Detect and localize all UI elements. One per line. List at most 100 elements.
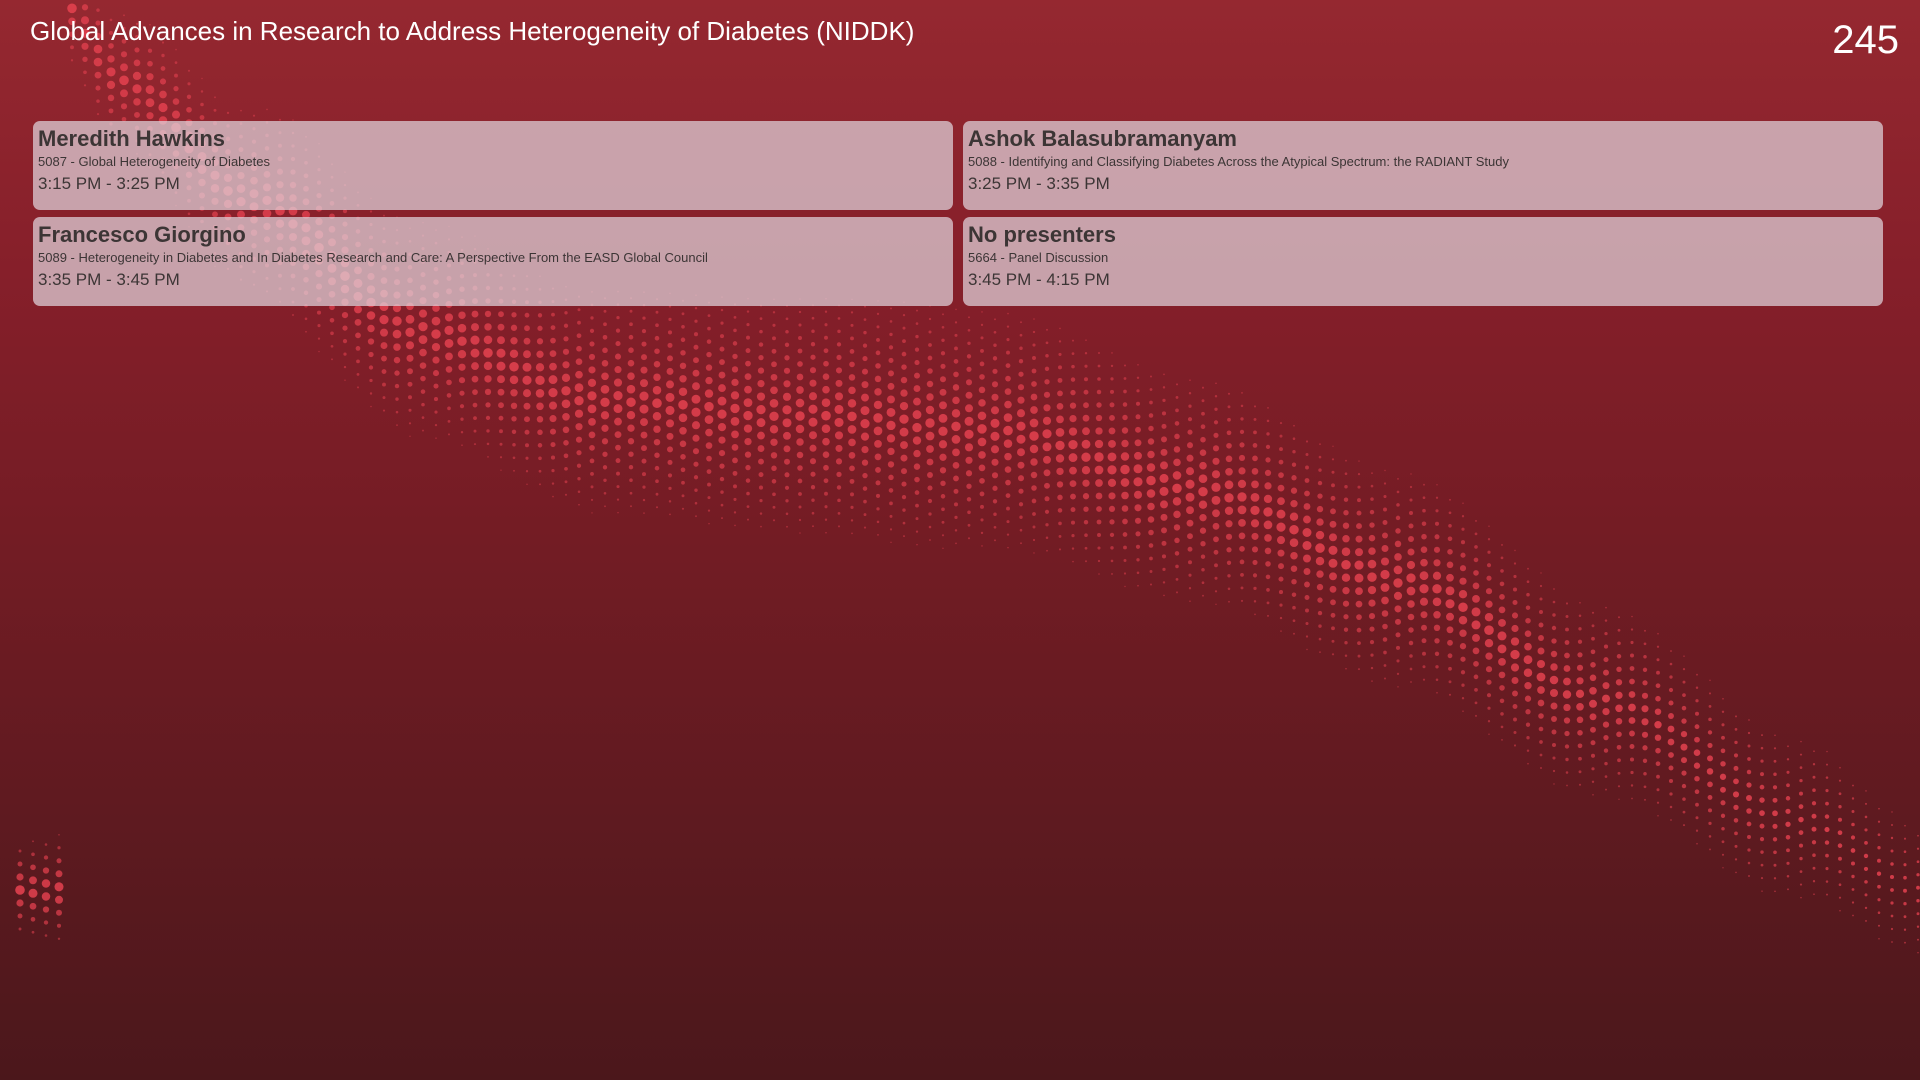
- background-dot: [1695, 699, 1699, 703]
- background-dot: [1019, 333, 1023, 337]
- background-dot: [641, 329, 647, 334]
- background-dot: [1681, 770, 1687, 776]
- background-dot: [1381, 610, 1389, 617]
- background-dot: [1864, 906, 1868, 910]
- background-dot: [1485, 652, 1493, 660]
- background-dot: [1123, 545, 1127, 550]
- background-dot: [861, 445, 869, 454]
- background-dot: [1720, 800, 1726, 806]
- background-dot: [744, 385, 752, 394]
- background-dot: [1694, 736, 1700, 743]
- background-dot: [1433, 611, 1441, 619]
- background-dot: [1394, 553, 1402, 561]
- background-dot: [1497, 644, 1507, 654]
- background-dot: [1042, 442, 1052, 452]
- background-dot: [1642, 758, 1648, 763]
- background-dot: [939, 453, 947, 461]
- background-dot: [1083, 389, 1089, 395]
- background-dot: [1059, 327, 1061, 330]
- background-dot: [1380, 557, 1390, 566]
- background-dot: [901, 494, 907, 500]
- background-dot: [654, 465, 660, 471]
- background-dot: [1643, 785, 1647, 789]
- background-dot: [1108, 492, 1116, 500]
- background-dot: [1825, 789, 1829, 793]
- background-dot: [1058, 548, 1062, 551]
- background-dot: [876, 325, 880, 329]
- background-dot: [366, 311, 376, 320]
- background-dot: [1305, 621, 1309, 626]
- background-dot: [41, 892, 51, 901]
- background-dot: [1563, 703, 1571, 712]
- background-dot: [1357, 668, 1361, 671]
- background-dot: [1149, 400, 1153, 405]
- background-dot: [1903, 875, 1907, 880]
- background-dot: [1161, 527, 1167, 534]
- background-dot: [1419, 571, 1429, 581]
- background-dot: [1798, 804, 1804, 809]
- background-dot: [1592, 794, 1594, 796]
- background-dot: [850, 311, 854, 314]
- background-dot: [1773, 850, 1777, 855]
- background-dot: [1123, 364, 1127, 367]
- background-dot: [617, 511, 619, 514]
- background-dot: [730, 391, 740, 400]
- background-dot: [680, 467, 686, 473]
- background-dot: [1630, 628, 1634, 631]
- background-dot: [1237, 492, 1247, 502]
- background-dot: [798, 505, 802, 509]
- background-dot: [1629, 730, 1635, 737]
- background-dot: [1436, 484, 1438, 486]
- background-dot: [1163, 373, 1165, 376]
- background-dot: [795, 398, 805, 408]
- background-dot: [107, 55, 115, 63]
- background-dot: [539, 483, 541, 486]
- background-dot: [1616, 744, 1622, 750]
- background-dot: [1266, 432, 1270, 436]
- background-dot: [1825, 880, 1829, 883]
- background-dot: [1719, 773, 1727, 780]
- background-dot: [510, 324, 518, 331]
- background-dot: [733, 511, 737, 514]
- background-dot: [1734, 728, 1738, 731]
- background-dot: [1526, 580, 1530, 584]
- background-dot: [1252, 455, 1258, 462]
- background-dot: [1201, 386, 1205, 389]
- background-dot: [1785, 821, 1791, 827]
- background-dot: [1878, 937, 1880, 940]
- background-dot: [1488, 733, 1490, 735]
- background-dot: [824, 323, 828, 327]
- background-dot: [458, 363, 466, 371]
- background-dot: [1527, 567, 1529, 570]
- background-dot: [1109, 414, 1115, 421]
- background-dot: [1759, 823, 1765, 829]
- background-dot: [1057, 508, 1063, 513]
- background-dot: [1682, 824, 1686, 827]
- background-dot: [1578, 783, 1582, 786]
- background-dot: [1368, 547, 1376, 555]
- background-dot: [889, 514, 893, 518]
- background-dot: [367, 324, 375, 333]
- background-dot: [1162, 398, 1166, 403]
- background-dot: [1472, 582, 1480, 590]
- background-dot: [408, 395, 412, 400]
- background-dot: [1058, 365, 1062, 370]
- background-dot: [1289, 512, 1299, 521]
- background-dot: [718, 436, 726, 444]
- room-number: 245: [1832, 18, 1899, 62]
- background-dot: [67, 3, 77, 14]
- background-dot: [1238, 454, 1246, 461]
- background-dot: [1421, 521, 1427, 526]
- background-dot: [575, 423, 583, 431]
- background-dot: [1369, 626, 1375, 632]
- background-dot: [1253, 430, 1257, 435]
- background-dot: [107, 94, 115, 102]
- session-title: 5089 - Heterogeneity in Diabetes and In …: [38, 250, 708, 265]
- background-dot: [214, 96, 216, 99]
- background-dot: [1057, 377, 1063, 383]
- background-dot: [863, 318, 867, 321]
- background-dot: [602, 451, 608, 457]
- background-dot: [783, 380, 791, 388]
- background-dot: [81, 4, 89, 11]
- background-dot: [1812, 866, 1816, 870]
